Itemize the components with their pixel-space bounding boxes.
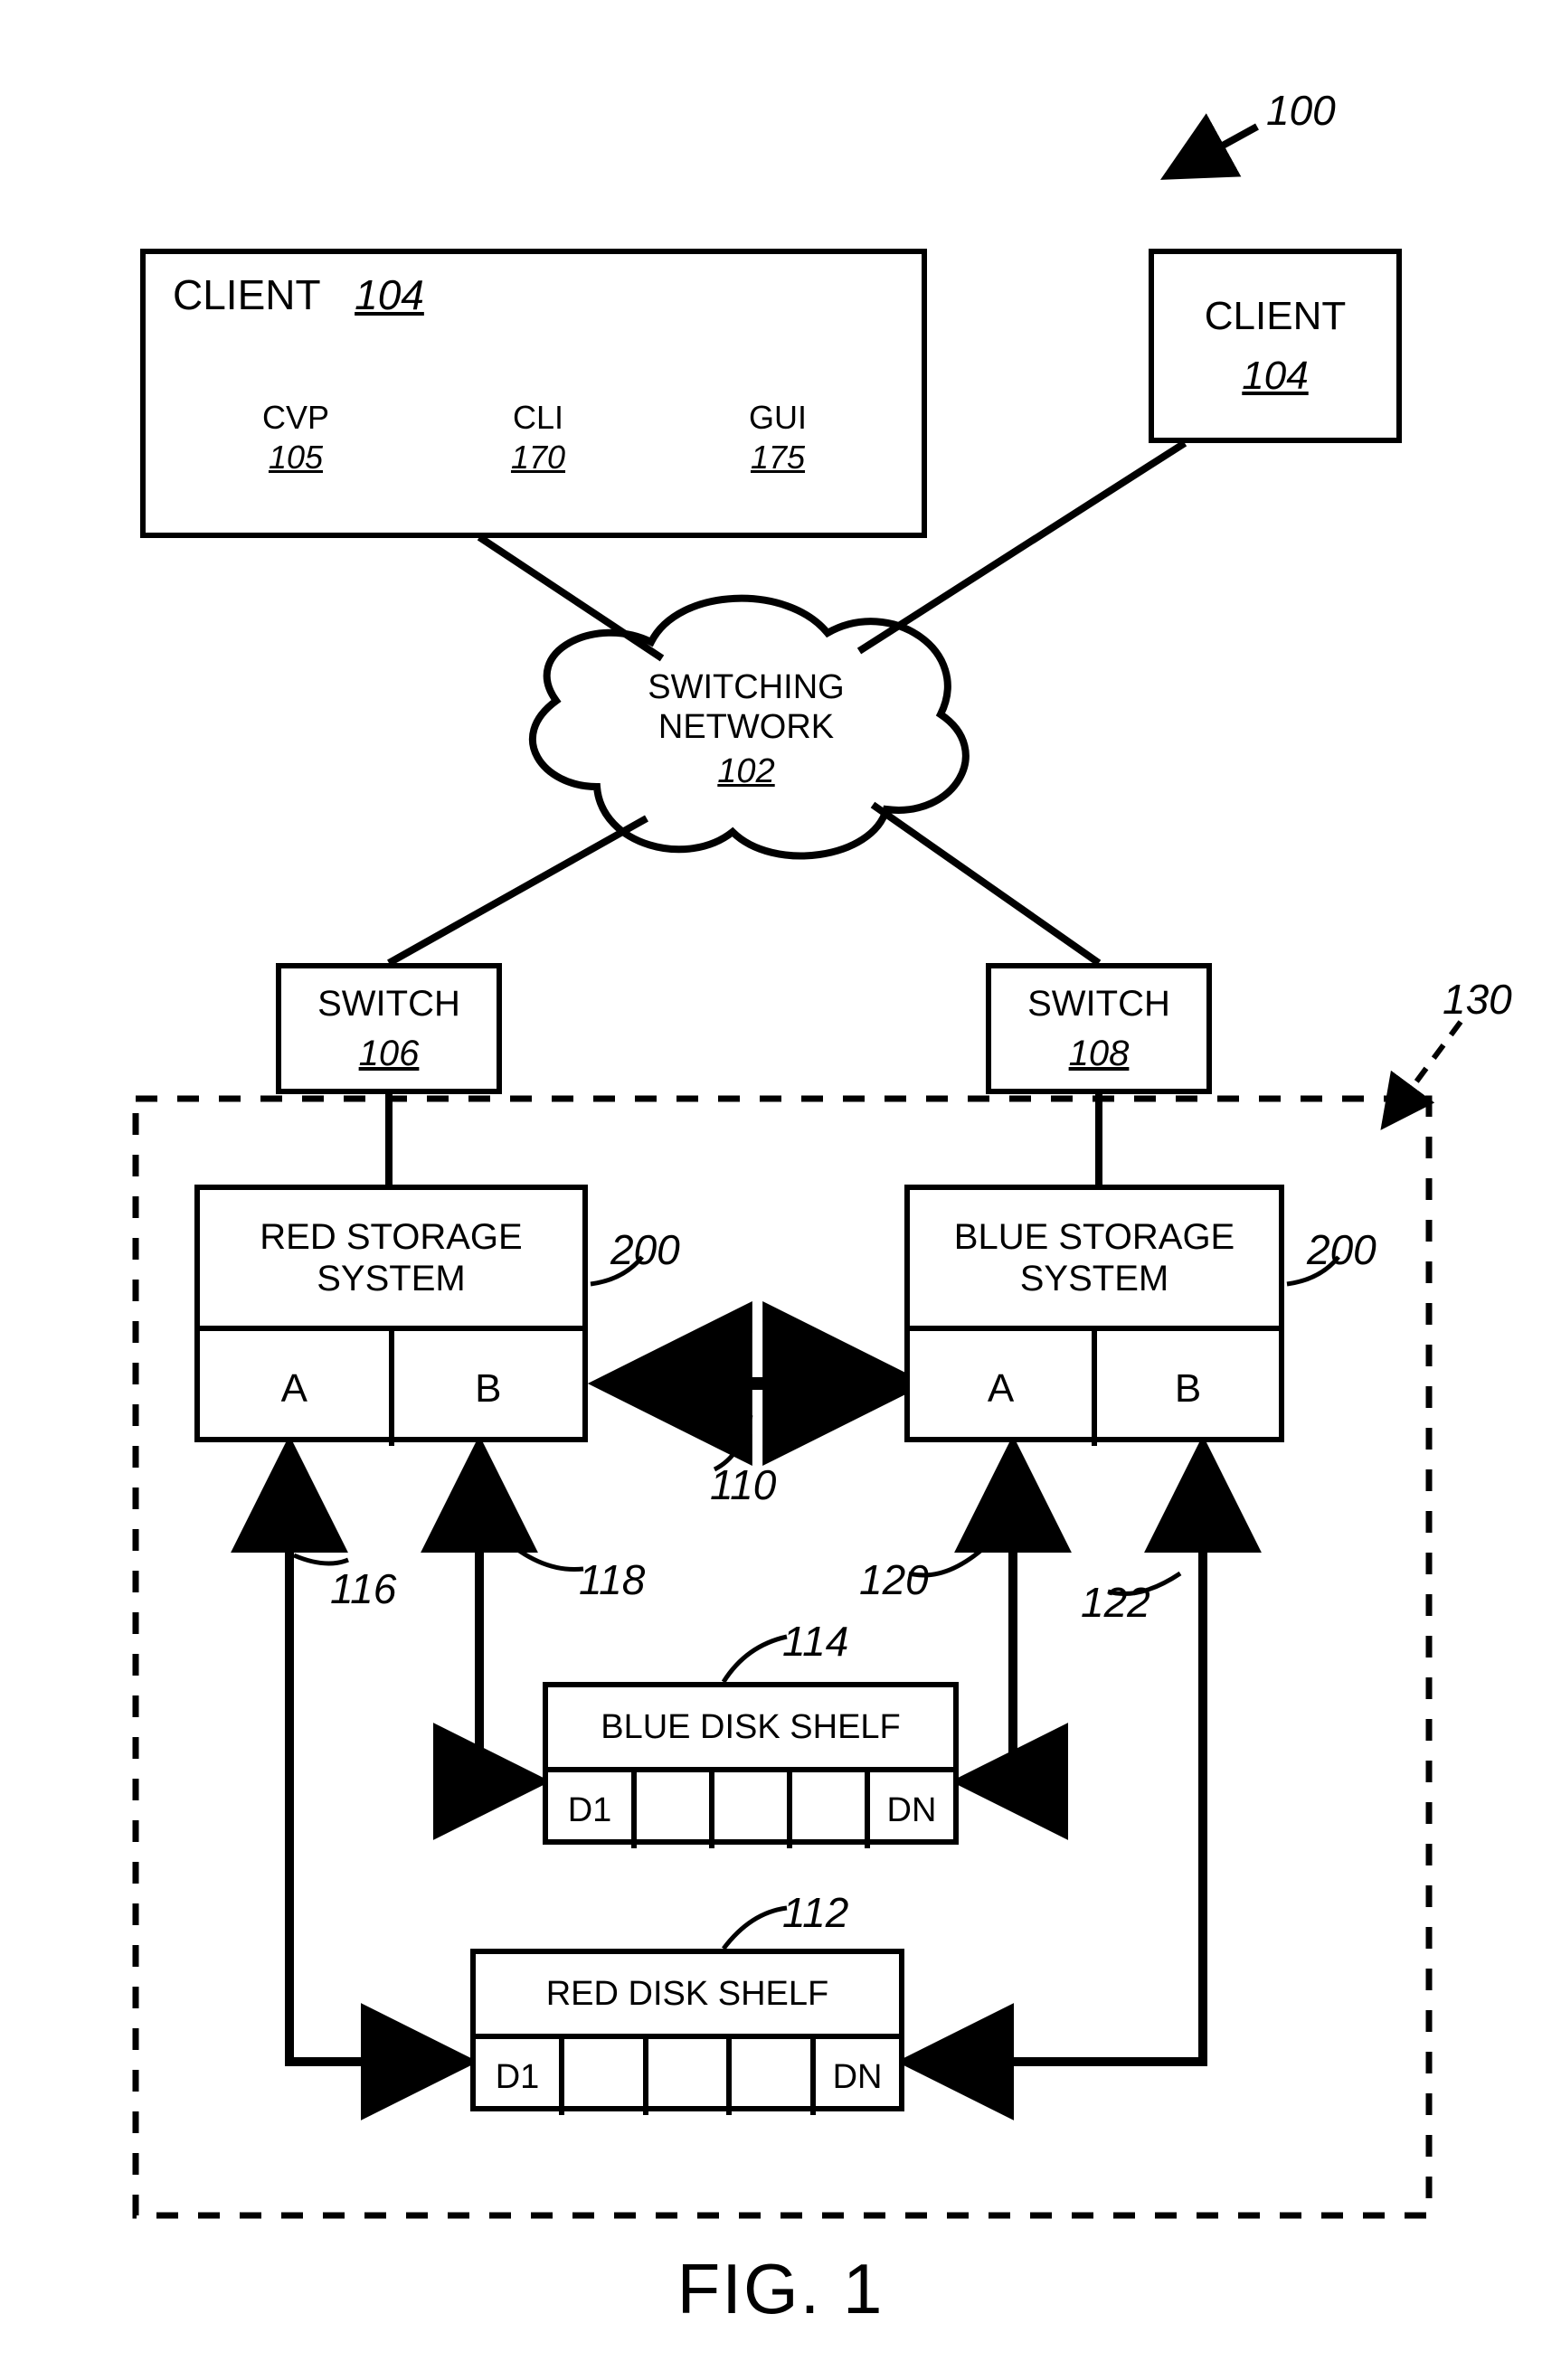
ref-116: 116 [330,1564,396,1613]
blue-port-b: B [1097,1331,1279,1446]
client-1-num: 104 [355,271,424,318]
link-network-switch-left [389,818,647,963]
ref-116-leader [294,1555,348,1563]
switch-left-num: 106 [359,1034,420,1074]
switch-left-label: SWITCH [317,984,460,1025]
red-port-b: B [394,1331,583,1446]
switch-left-box: SWITCH 106 [276,963,502,1094]
figure-1-page: 100 130 CLIENT 104 CVP 105 CLI 170 GUI 1… [0,0,1561,2380]
switch-right-box: SWITCH 108 [986,963,1212,1094]
blue-shelf-d1: D1 [548,1772,637,1848]
client-1-title-row: CLIENT 104 [173,270,424,319]
ref-114: 114 [782,1617,848,1666]
blue-shelf-slot-3 [714,1772,792,1848]
blue-storage-box: BLUE STORAGE SYSTEM A B [904,1185,1284,1442]
ref-120: 120 [859,1555,929,1604]
blue-port-a: A [910,1331,1097,1446]
red-shelf-slot-3 [648,2039,733,2115]
ref-100: 100 [1266,86,1336,135]
cvp-num: 105 [246,438,345,477]
ref-110: 110 [710,1460,776,1509]
red-shelf-slot-2 [564,2039,648,2115]
gui-label: GUI 175 [728,398,828,477]
red-shelf-dn: DN [816,2039,899,2115]
blue-shelf-slot-4 [792,1772,870,1848]
cli-text: CLI [488,398,588,438]
client-2-title: CLIENT [1205,294,1346,339]
blue-shelf-title: BLUE DISK SHELF [548,1687,953,1772]
link-network-switch-right [873,805,1099,963]
blue-storage-title: BLUE STORAGE SYSTEM [910,1190,1279,1331]
client-1-title: CLIENT [173,271,320,318]
client-1-box: CLIENT 104 [140,249,927,538]
red-storage-box: RED STORAGE SYSTEM A B [194,1185,588,1442]
cli-label: CLI 170 [488,398,588,477]
link-120 [960,1445,1013,1781]
red-port-a: A [200,1331,394,1446]
red-shelf-slot-4 [732,2039,816,2115]
network-label-group: SWITCHING NETWORK 102 [633,667,859,791]
cli-num: 170 [488,438,588,477]
blue-shelf-dn: DN [870,1772,953,1848]
ref-112: 112 [782,1888,848,1937]
link-118 [479,1445,541,1781]
switch-right-num: 108 [1069,1034,1130,1074]
network-label: SWITCHING NETWORK [633,667,859,747]
red-shelf-title: RED DISK SHELF [476,1954,899,2039]
blue-disk-shelf: BLUE DISK SHELF D1 DN [543,1682,959,1845]
client-2-num: 104 [1242,354,1308,399]
ref-100-arrow [1167,127,1257,176]
network-num: 102 [633,752,859,791]
figure-caption: FIG. 1 [0,2248,1561,2330]
ref-130: 130 [1443,975,1512,1024]
red-disk-shelf: RED DISK SHELF D1 DN [470,1949,904,2111]
ref-130-arrow [1384,1022,1461,1126]
red-shelf-d1: D1 [476,2039,564,2115]
red-storage-title: RED STORAGE SYSTEM [200,1190,582,1331]
cvp-text: CVP [246,398,345,438]
client-2-box: CLIENT 104 [1149,249,1402,443]
gui-text: GUI [728,398,828,438]
switch-right-label: SWITCH [1027,984,1170,1025]
cvp-label: CVP 105 [246,398,345,477]
ref-112-leader [724,1908,787,1949]
ref-200-red: 200 [610,1225,680,1274]
blue-shelf-slot-2 [637,1772,714,1848]
gui-num: 175 [728,438,828,477]
ref-200-blue: 200 [1307,1225,1377,1274]
ref-118-leader [502,1537,583,1570]
ref-114-leader [724,1637,787,1682]
ref-122: 122 [1081,1578,1150,1627]
link-116 [289,1445,468,2062]
ref-118: 118 [579,1555,645,1604]
